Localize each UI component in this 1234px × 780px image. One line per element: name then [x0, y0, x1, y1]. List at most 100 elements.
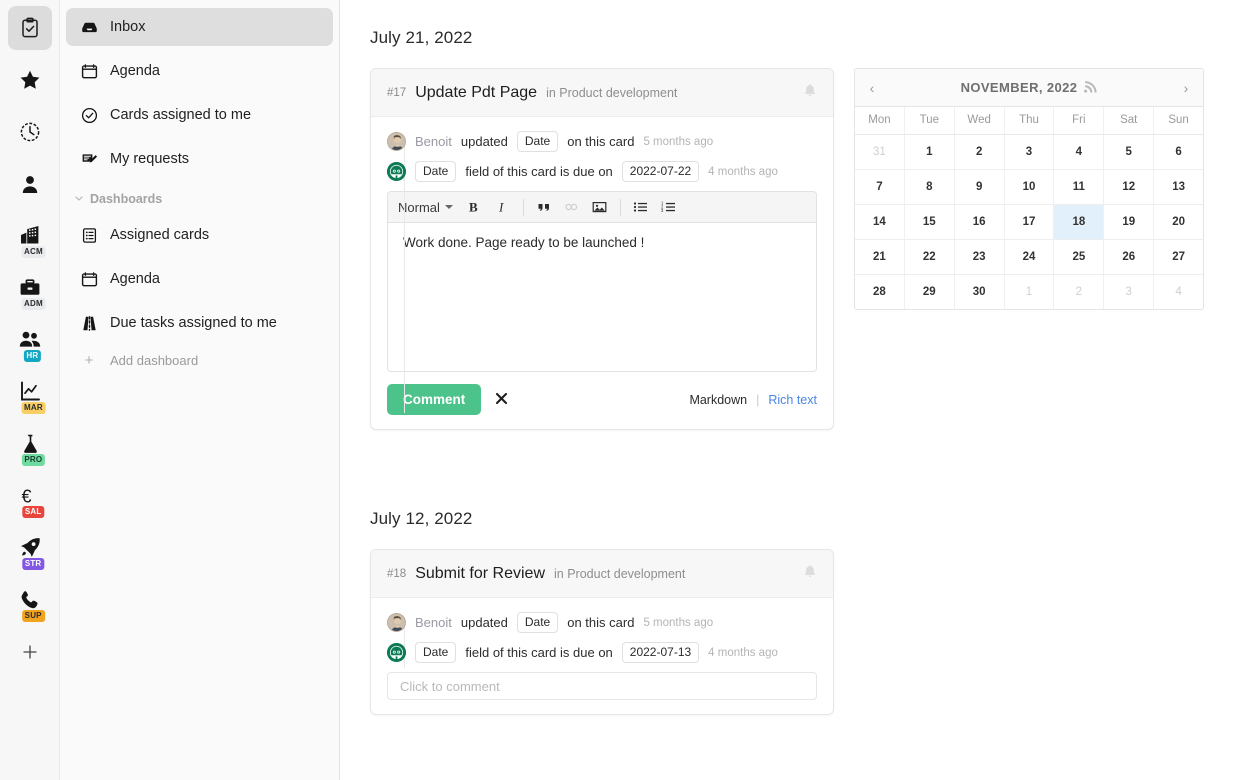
- sidebar-section-dashboards[interactable]: Dashboards: [66, 186, 333, 212]
- calendar-day-cell[interactable]: 30: [955, 275, 1005, 309]
- editor-mode-switch: Markdown | Rich text: [689, 393, 817, 407]
- comment-input[interactable]: Click to comment: [387, 672, 817, 701]
- calendar-day-cell[interactable]: 10: [1005, 170, 1055, 204]
- rail-item-phone[interactable]: SUP: [8, 578, 52, 622]
- richtext-mode-link[interactable]: Rich text: [768, 393, 817, 407]
- ordered-list-icon[interactable]: 1 2 3: [655, 193, 683, 221]
- calendar-day-cell[interactable]: 31: [855, 135, 905, 169]
- sidebar-item-label: Cards assigned to me: [110, 107, 252, 123]
- sidebar-item-cards-assigned-to-me[interactable]: Cards assigned to me: [66, 96, 333, 134]
- card-title[interactable]: Submit for Review: [415, 565, 545, 583]
- format-dropdown[interactable]: Normal: [396, 200, 461, 215]
- image-icon[interactable]: [586, 193, 614, 221]
- cancel-icon[interactable]: [495, 392, 508, 408]
- card-header[interactable]: #17 Update Pdt Page in Product developme…: [371, 69, 833, 117]
- rocket-icon: [19, 537, 41, 559]
- calendar-day-cell[interactable]: 11: [1054, 170, 1105, 204]
- bold-icon[interactable]: B: [461, 193, 489, 221]
- notification-bell-icon[interactable]: [803, 83, 817, 103]
- calendar-day-cell[interactable]: 4: [1154, 275, 1203, 309]
- activity-card: #17 Update Pdt Page in Product developme…: [370, 68, 834, 431]
- calendar-day-cell[interactable]: 28: [855, 275, 905, 309]
- comment-textarea[interactable]: Work done. Page ready to be launched !: [388, 223, 816, 372]
- rail-item-clock[interactable]: [8, 110, 52, 154]
- calendar-day-cell[interactable]: 22: [905, 240, 955, 274]
- rail-item-star[interactable]: [8, 58, 52, 102]
- rail-badge: SAL: [21, 506, 45, 518]
- comment-button[interactable]: Comment: [387, 384, 482, 416]
- calendar-day-cell[interactable]: 2: [1054, 275, 1105, 309]
- sidebar-item-agenda[interactable]: Agenda: [66, 52, 333, 90]
- calendar-day-cell[interactable]: 24: [1005, 240, 1055, 274]
- calendar-day-cell[interactable]: 18: [1054, 205, 1105, 239]
- calendar-day-cell[interactable]: 16: [955, 205, 1005, 239]
- calendar-day-cell[interactable]: 26: [1104, 240, 1155, 274]
- calendar-day-cell[interactable]: 2: [955, 135, 1005, 169]
- rail-badge: STR: [21, 558, 45, 570]
- calendar-day-cell[interactable]: 14: [855, 205, 905, 239]
- calendar-weekday: Wed: [955, 107, 1005, 134]
- dashboard-item-due-tasks-assigned-to-me[interactable]: Due tasks assigned to me: [66, 304, 333, 342]
- calendar-day-cell[interactable]: 29: [905, 275, 955, 309]
- rail-item-euro[interactable]: € SAL: [8, 474, 52, 518]
- rail-badge: ADM: [21, 298, 46, 310]
- rail-item-briefcase[interactable]: ADM: [8, 266, 52, 310]
- calendar-day-cell[interactable]: 20: [1154, 205, 1203, 239]
- calendar-day-cell[interactable]: 8: [905, 170, 955, 204]
- event-user: Benoit: [415, 134, 452, 150]
- calendar-day-cell[interactable]: 23: [955, 240, 1005, 274]
- calendar-week-row: 21 22 23 24 25 26 27: [855, 240, 1203, 275]
- link-icon[interactable]: [558, 193, 586, 221]
- calendar-day-cell[interactable]: 17: [1005, 205, 1055, 239]
- rail-badge: SUP: [21, 610, 45, 622]
- dashboard-item-assigned-cards[interactable]: Assigned cards: [66, 216, 333, 254]
- rail-item-flask[interactable]: PRO: [8, 422, 52, 466]
- rail-item-clipboard-check[interactable]: [7, 6, 52, 50]
- activity-event: Benoit updated Date on this card 5 month…: [387, 131, 817, 153]
- card-title[interactable]: Update Pdt Page: [415, 84, 537, 102]
- calendar-day-cell[interactable]: 1: [1005, 275, 1055, 309]
- rail-item-building[interactable]: ACM: [8, 214, 52, 258]
- card-header[interactable]: #18 Submit for Review in Product develop…: [371, 550, 833, 598]
- event-tail: on this card: [567, 615, 635, 631]
- calendar-prev-button[interactable]: ‹: [855, 80, 889, 96]
- sidebar-item-inbox[interactable]: Inbox: [66, 8, 333, 46]
- calendar-grid: 31 1 2 3 4 5 6 7 8 9 10 11 12 13 14 15 16 17 18 19 20 21 22 23 2…: [855, 135, 1203, 309]
- calendar-day-cell[interactable]: 12: [1104, 170, 1155, 204]
- calendar-day-cell[interactable]: 6: [1154, 135, 1203, 169]
- calendar-weekday: Tue: [905, 107, 955, 134]
- rail-item-chart[interactable]: MAR: [8, 370, 52, 414]
- blockquote-icon[interactable]: [530, 193, 558, 221]
- add-workspace-button[interactable]: [8, 630, 52, 674]
- rail-item-people[interactable]: HR: [8, 318, 52, 362]
- calendar-day-cell[interactable]: 9: [955, 170, 1005, 204]
- calendar-day-cell[interactable]: 15: [905, 205, 955, 239]
- calendar-day-cell[interactable]: 3: [1104, 275, 1155, 309]
- bullet-list-icon[interactable]: [627, 193, 655, 221]
- dashboard-item-agenda[interactable]: Agenda: [66, 260, 333, 298]
- rss-icon[interactable]: [1084, 80, 1098, 96]
- calendar-day-cell[interactable]: 13: [1154, 170, 1203, 204]
- calendar-day-cell[interactable]: 19: [1104, 205, 1155, 239]
- calendar-day-cell[interactable]: 27: [1154, 240, 1203, 274]
- clock-icon: [19, 121, 41, 143]
- calendar-day-cell[interactable]: 3: [1005, 135, 1055, 169]
- calendar-day-cell[interactable]: 5: [1104, 135, 1155, 169]
- rail-item-rocket[interactable]: STR: [8, 526, 52, 570]
- calendar-day-cell[interactable]: 21: [855, 240, 905, 274]
- calendar-day-cell[interactable]: 7: [855, 170, 905, 204]
- calendar-day-cell[interactable]: 1: [905, 135, 955, 169]
- markdown-mode-link[interactable]: Markdown: [689, 393, 747, 407]
- calendar-day-cell[interactable]: 25: [1054, 240, 1105, 274]
- sidebar-item-label: Inbox: [110, 19, 146, 35]
- italic-icon[interactable]: I: [489, 193, 517, 221]
- workspace-rail: ACM ADM HR MAR PRO € SAL STR SUP: [0, 0, 60, 780]
- calendar-next-button[interactable]: ›: [1169, 80, 1203, 96]
- add-dashboard-button[interactable]: + Add dashboard: [66, 348, 333, 373]
- activity-event: Date field of this card is due on 2022-0…: [387, 642, 817, 664]
- calendar-widget: ‹ NOVEMBER, 2022 › Mon Tue Wed Thu Fri Sat Sun…: [854, 68, 1204, 310]
- rail-item-person[interactable]: [8, 162, 52, 206]
- calendar-day-cell[interactable]: 4: [1054, 135, 1105, 169]
- notification-bell-icon[interactable]: [803, 564, 817, 584]
- sidebar-item-my-requests[interactable]: My requests: [66, 140, 333, 178]
